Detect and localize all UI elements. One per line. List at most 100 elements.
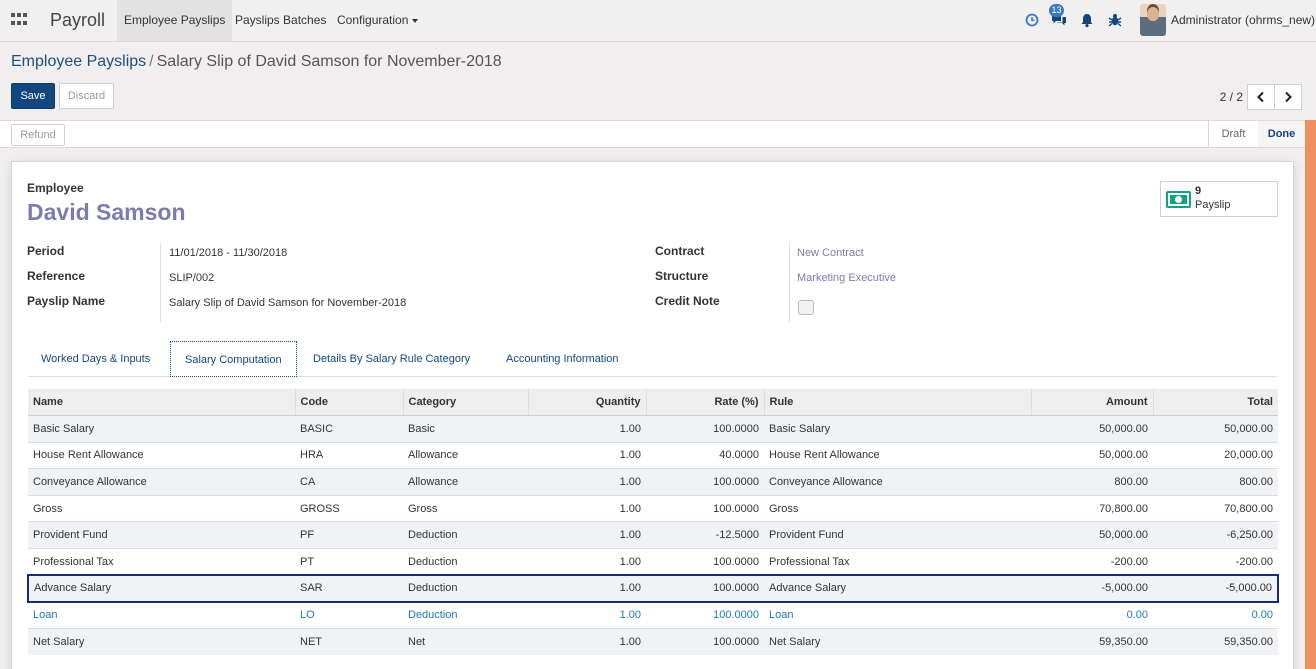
user-menu[interactable]: Administrator (ohrms_new): [1171, 0, 1315, 41]
employee-name[interactable]: David Samson: [27, 199, 186, 226]
cell-code: PF: [295, 521, 403, 549]
contract-label: Contract: [655, 244, 705, 258]
menu-payslips-batches[interactable]: Payslips Batches: [228, 0, 333, 41]
cell-rule: Basic Salary: [764, 415, 1031, 443]
cell-amount: 50,000.00: [1031, 415, 1153, 443]
table-row[interactable]: Basic Salary BASIC Basic 1.00 100.0000 B…: [28, 415, 1278, 443]
employee-label: Employee: [27, 181, 84, 195]
column-header-rule[interactable]: Rule: [763, 389, 1031, 417]
breadcrumb-current: Salary Slip of David Samson for November…: [156, 53, 502, 70]
column-header-total[interactable]: Total: [1152, 389, 1278, 417]
cell-code: CA: [295, 468, 403, 496]
cell-code: NET: [295, 627, 403, 655]
table-row[interactable]: Provident Fund PF Deduction 1.00 -12.500…: [28, 521, 1278, 549]
chevron-left-icon: [1257, 91, 1264, 103]
column-header-rate[interactable]: Rate (%): [645, 389, 764, 417]
contract-link[interactable]: New Contract: [797, 247, 864, 259]
breadcrumb: Employee Payslips / Salary Slip of David S…: [11, 53, 502, 71]
structure-link[interactable]: Marketing Executive: [797, 272, 896, 284]
cell-rule: Gross: [764, 494, 1031, 522]
pager-next-button[interactable]: [1274, 84, 1302, 110]
cell-quantity: 1.00: [528, 574, 646, 603]
cell-category: Net: [403, 627, 528, 655]
cell-total: 50,000.00: [1153, 415, 1278, 443]
column-header-name[interactable]: Name: [28, 389, 295, 417]
tab-accounting-information[interactable]: Accounting Information: [492, 341, 633, 377]
cell-rate: 100.0000: [646, 601, 764, 629]
clock-icon[interactable]: [1024, 12, 1040, 28]
column-header-quantity[interactable]: Quantity: [527, 389, 646, 417]
tab-worked-days-inputs[interactable]: Worked Days & Inputs: [27, 341, 164, 377]
cell-category: Deduction: [403, 548, 528, 576]
cell-amount: -5,000.00: [1031, 574, 1153, 603]
menu-configuration[interactable]: Configuration: [330, 0, 425, 41]
pager-value[interactable]: 2 / 2: [1208, 84, 1243, 110]
table-row[interactable]: Net Salary NET Net 1.00 100.0000 Net Sal…: [28, 627, 1278, 655]
cell-name: Loan: [28, 601, 295, 629]
cell-rule: Advance Salary: [764, 574, 1031, 603]
payslip-smart-button[interactable]: 9 Payslip: [1160, 181, 1278, 217]
field-divider: [160, 243, 161, 322]
cell-quantity: 1.00: [528, 601, 646, 629]
table-row[interactable]: House Rent Allowance HRA Allowance 1.00 …: [28, 441, 1278, 469]
cell-category: Deduction: [403, 574, 528, 603]
discard-button[interactable]: Discard: [59, 83, 114, 109]
payslip-count: 9: [1195, 185, 1202, 197]
cell-rate: 100.0000: [646, 548, 764, 576]
menu-employee-payslips[interactable]: Employee Payslips: [117, 0, 233, 41]
cell-category: Deduction: [403, 601, 528, 629]
column-header-amount[interactable]: Amount: [1030, 389, 1153, 417]
cell-code: SAR: [295, 574, 403, 603]
refund-button[interactable]: Refund: [11, 124, 65, 146]
cell-amount: -200.00: [1031, 548, 1153, 576]
cell-rate: 40.0000: [646, 441, 764, 469]
table-row[interactable]: Professional Tax PT Deduction 1.00 100.0…: [28, 548, 1278, 576]
top-navbar: Payroll Employee Payslips Payslips Batch…: [0, 0, 1316, 42]
app-brand[interactable]: Payroll: [50, 10, 105, 31]
cell-quantity: 1.00: [528, 494, 646, 522]
cell-quantity: 1.00: [528, 627, 646, 655]
cell-amount: 59,350.00: [1031, 627, 1153, 655]
credit-note-checkbox[interactable]: [798, 300, 814, 315]
table-row[interactable]: Gross GROSS Gross 1.00 100.0000 Gross 70…: [28, 494, 1278, 522]
column-header-code[interactable]: Code: [294, 389, 403, 417]
save-button[interactable]: Save: [11, 83, 55, 109]
cell-quantity: 1.00: [528, 468, 646, 496]
payslip-smart-label: Payslip: [1195, 199, 1231, 211]
cell-rate: -12.5000: [646, 521, 764, 549]
cell-amount: 800.00: [1031, 468, 1153, 496]
table-row[interactable]: Loan LO Deduction 1.00 100.0000 Loan 0.0…: [28, 601, 1278, 629]
cell-category: Allowance: [403, 468, 528, 496]
pager-previous-button[interactable]: [1247, 84, 1275, 110]
cell-code: PT: [295, 548, 403, 576]
payslip-name-value[interactable]: Salary Slip of David Samson for November…: [169, 297, 406, 309]
reference-value[interactable]: SLIP/002: [169, 272, 214, 284]
breadcrumb-parent-link[interactable]: Employee Payslips: [11, 53, 146, 70]
stage-draft: Draft: [1208, 121, 1258, 147]
cell-rate: 100.0000: [646, 574, 764, 603]
cell-code: LO: [295, 601, 403, 629]
chevron-down-icon: [412, 18, 419, 23]
side-strip: [1305, 120, 1316, 669]
cell-category: Allowance: [403, 441, 528, 469]
table-row[interactable]: Conveyance Allowance CA Allowance 1.00 1…: [28, 468, 1278, 496]
bug-icon[interactable]: [1107, 12, 1123, 28]
table-row-selected[interactable]: Advance Salary SAR Deduction 1.00 100.00…: [27, 574, 1279, 603]
cell-rule: Conveyance Allowance: [764, 468, 1031, 496]
stage-done: Done: [1258, 121, 1305, 147]
cell-name: House Rent Allowance: [28, 441, 295, 469]
cell-quantity: 1.00: [528, 548, 646, 576]
column-header-category[interactable]: Category: [402, 389, 528, 417]
period-label: Period: [27, 244, 65, 258]
tab-salary-computation[interactable]: Salary Computation: [170, 341, 297, 377]
cell-total: 70,800.00: [1153, 494, 1278, 522]
field-divider: [789, 243, 790, 322]
bell-icon[interactable]: [1079, 12, 1095, 28]
cell-total: 0.00: [1153, 601, 1278, 629]
period-value[interactable]: 11/01/2018 - 11/30/2018: [169, 247, 287, 259]
user-avatar[interactable]: [1140, 4, 1166, 36]
cell-quantity: 1.00: [528, 415, 646, 443]
notification-badge: 13: [1049, 4, 1064, 17]
tab-details-by-salary-rule-category[interactable]: Details By Salary Rule Category: [299, 341, 484, 377]
apps-menu-icon[interactable]: [11, 13, 27, 27]
